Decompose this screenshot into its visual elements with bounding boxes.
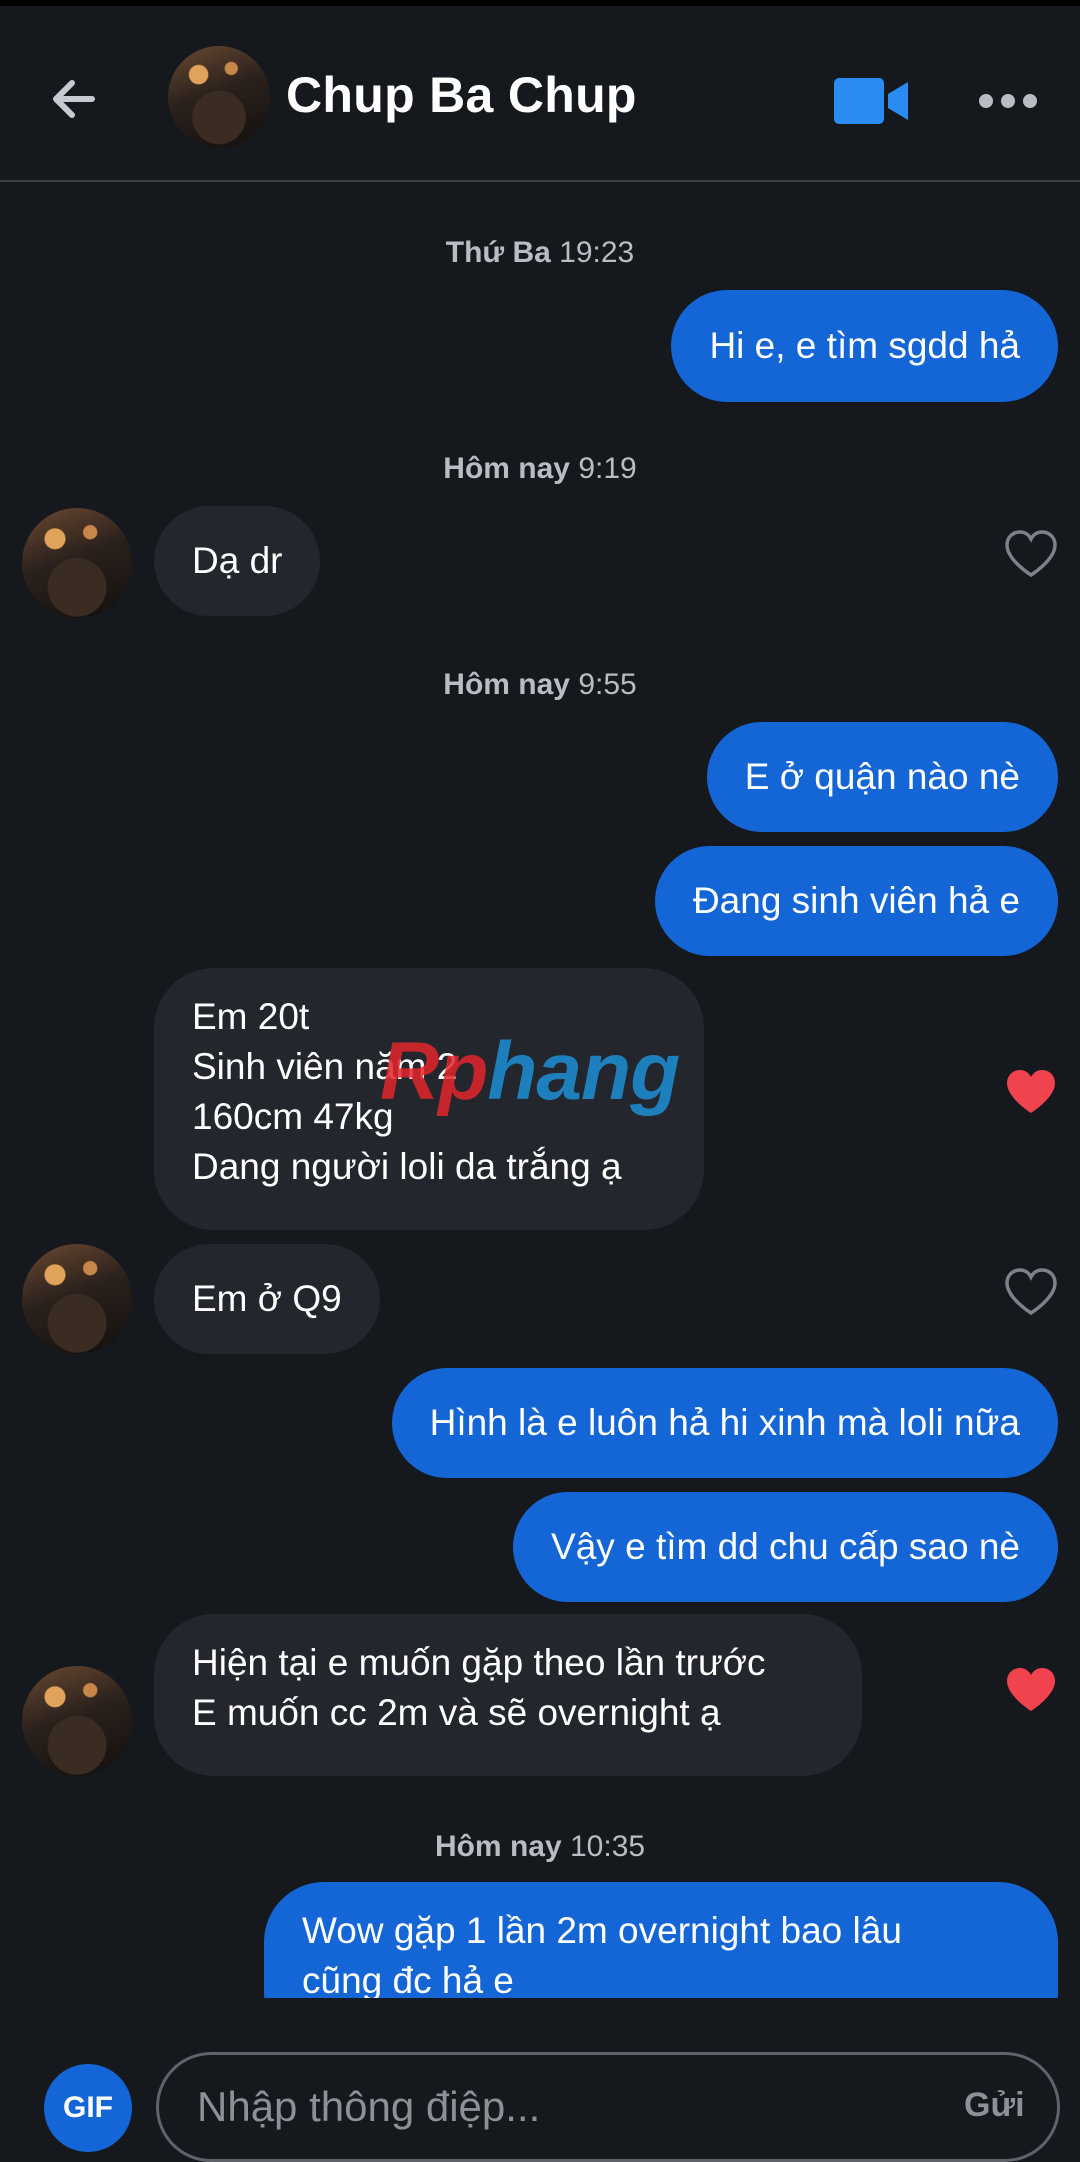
more-options-button[interactable] <box>978 86 1038 116</box>
message-text: Vậy e tìm dd chu cấp sao nè <box>551 1526 1020 1567</box>
incoming-message[interactable]: Dạ dr <box>154 506 321 616</box>
timestamp-time: 9:55 <box>578 668 637 701</box>
outgoing-message[interactable]: Vậy e tìm dd chu cấp sao nè <box>513 1492 1058 1602</box>
message-line: Hiện tại e muốn gặp theo lần trước <box>192 1642 766 1683</box>
timestamp-time: 9:19 <box>578 452 637 485</box>
send-button[interactable]: Gửi <box>964 2086 1025 2125</box>
message-line: cũng đc hả e <box>302 1960 514 1998</box>
message-line: Wow gặp 1 lần 2m overnight bao lâu <box>302 1910 902 1951</box>
incoming-message[interactable]: Em 20t Sinh viên năm 2 160cm 47kg Dang n… <box>154 968 704 1230</box>
incoming-message[interactable]: Em ở Q9 <box>154 1244 380 1354</box>
heart-icon[interactable] <box>1004 1268 1058 1316</box>
message-line: Dang người loli da trắng ạ <box>192 1146 622 1187</box>
video-camera-icon <box>834 78 908 124</box>
outgoing-message[interactable]: Hình là e luôn hả hi xinh mà loli nữa <box>391 1368 1058 1478</box>
outgoing-message[interactable]: Hi e, e tìm sgdd hả <box>671 290 1058 402</box>
arrow-left-icon <box>53 80 95 118</box>
timestamp: Hôm nay 9:55 <box>0 668 1080 702</box>
message-text: E ở quận nào nè <box>744 756 1020 797</box>
message-text: Đang sinh viên hả e <box>692 880 1020 921</box>
message-line: E muốn cc 2m và sẽ overnight ạ <box>192 1692 721 1733</box>
message-clip: Wow gặp 1 lần 2m overnight bao lâu cũng … <box>0 1870 1080 1998</box>
gif-button[interactable]: GIF <box>44 2064 132 2152</box>
chat-header: Chup Ba Chup <box>0 6 1080 182</box>
message-text: Hình là e luôn hả hi xinh mà loli nữa <box>429 1402 1020 1443</box>
back-button[interactable] <box>42 64 112 134</box>
video-call-button[interactable] <box>834 76 910 126</box>
sender-avatar[interactable] <box>22 508 132 618</box>
timestamp: Hôm nay 10:35 <box>0 1830 1080 1864</box>
message-line: 160cm 47kg <box>192 1096 394 1137</box>
sender-avatar[interactable] <box>22 1244 132 1354</box>
message-line: Sinh viên năm 2 <box>192 1046 458 1087</box>
incoming-message[interactable]: Hiện tại e muốn gặp theo lần trước E muố… <box>154 1614 862 1776</box>
contact-avatar[interactable] <box>168 46 270 148</box>
outgoing-message[interactable]: E ở quận nào nè <box>706 722 1058 832</box>
timestamp-day: Thứ Ba <box>445 236 551 269</box>
sender-avatar[interactable] <box>22 1666 132 1776</box>
timestamp-time: 10:35 <box>569 1830 646 1863</box>
message-line: Em 20t <box>192 996 310 1037</box>
timestamp-day: Hôm nay <box>434 1830 562 1863</box>
timestamp: Hôm nay 9:19 <box>0 452 1080 486</box>
heart-liked-icon[interactable] <box>1004 1666 1058 1714</box>
message-text: Dạ dr <box>192 540 283 581</box>
message-text: Em ở Q9 <box>192 1278 342 1319</box>
contact-name[interactable]: Chup Ba Chup <box>286 66 637 124</box>
message-input[interactable] <box>156 2052 1060 2162</box>
outgoing-message[interactable]: Wow gặp 1 lần 2m overnight bao lâu cũng … <box>264 1882 1058 1998</box>
more-dots-icon <box>979 94 1037 108</box>
heart-icon[interactable] <box>1004 530 1058 578</box>
message-text: Hi e, e tìm sgdd hả <box>709 325 1020 366</box>
timestamp-time: 19:23 <box>559 236 635 269</box>
heart-liked-icon[interactable] <box>1004 1068 1058 1116</box>
outgoing-message[interactable]: Đang sinh viên hả e <box>654 846 1058 956</box>
timestamp-day: Hôm nay <box>443 452 570 485</box>
timestamp-day: Hôm nay <box>443 668 570 701</box>
timestamp: Thứ Ba 19:23 <box>0 236 1080 270</box>
